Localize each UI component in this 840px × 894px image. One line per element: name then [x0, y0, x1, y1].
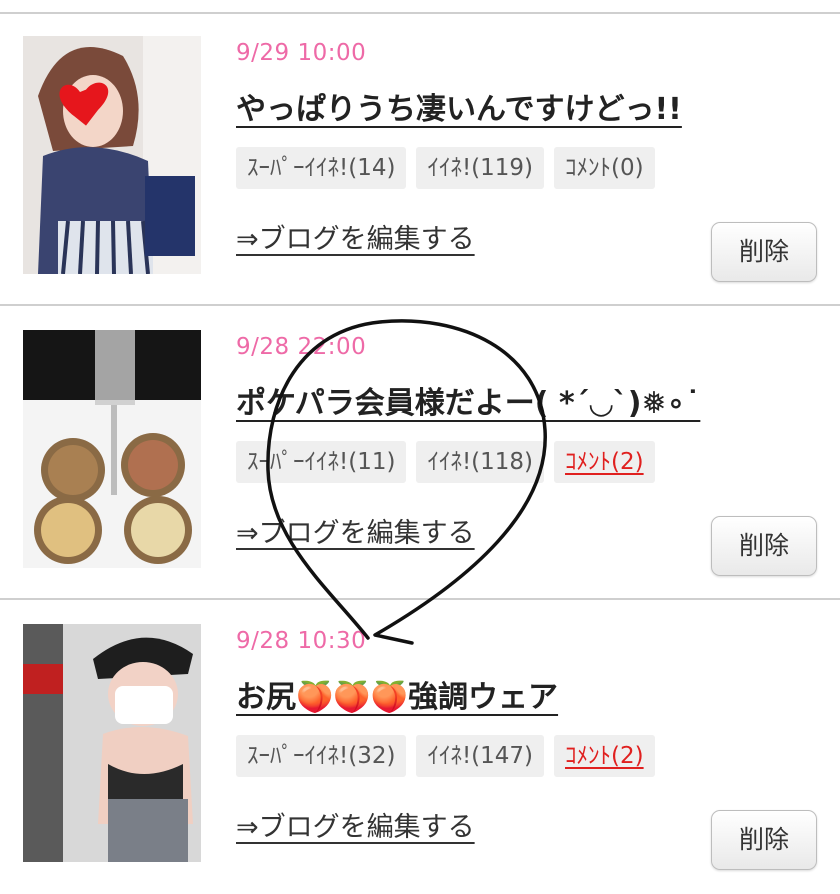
- reaction-chips: ｽｰﾊﾟｰｲｲﾈ!(32) ｲｲﾈ!(147) ｺﾒﾝﾄ(2): [236, 735, 655, 777]
- reaction-chips: ｽｰﾊﾟｰｲｲﾈ!(14) ｲｲﾈ!(119) ｺﾒﾝﾄ(0): [236, 147, 655, 189]
- post-thumbnail[interactable]: [23, 624, 201, 862]
- super-like-count[interactable]: ｽｰﾊﾟｰｲｲﾈ!(14): [236, 147, 407, 189]
- post-date: 9/28 22:00: [236, 334, 367, 360]
- post-title[interactable]: やっぱりうち凄いんですけどっ!!: [236, 84, 682, 128]
- post-title[interactable]: ポケパラ会員様だよー( *´◡`)❅∘˙: [236, 378, 700, 422]
- post-date: 9/28 10:30: [236, 628, 367, 654]
- like-count[interactable]: ｲｲﾈ!(147): [416, 735, 545, 777]
- post-date: 9/29 10:00: [236, 40, 367, 66]
- blog-post-item: 9/28 22:00 ポケパラ会員様だよー( *´◡`)❅∘˙ ｽｰﾊﾟｰｲｲﾈ…: [0, 308, 840, 600]
- blog-post-item: 9/29 10:00 やっぱりうち凄いんですけどっ!! ｽｰﾊﾟｰｲｲﾈ!(14…: [0, 14, 840, 306]
- blog-post-item: 9/28 10:30 お尻🍑🍑🍑強調ウェア ｽｰﾊﾟｰｲｲﾈ!(32) ｲｲﾈ!…: [0, 602, 840, 894]
- edit-blog-link[interactable]: ⇒ブログを編集する: [236, 511, 475, 550]
- edit-blog-link[interactable]: ⇒ブログを編集する: [236, 805, 475, 844]
- post-thumbnail[interactable]: [23, 330, 201, 568]
- top-divider: [0, 0, 840, 14]
- like-count[interactable]: ｲｲﾈ!(119): [416, 147, 545, 189]
- delete-button[interactable]: 削除: [711, 222, 817, 282]
- edit-blog-link[interactable]: ⇒ブログを編集する: [236, 217, 475, 256]
- super-like-count[interactable]: ｽｰﾊﾟｰｲｲﾈ!(32): [236, 735, 407, 777]
- delete-button[interactable]: 削除: [711, 516, 817, 576]
- comment-count[interactable]: ｺﾒﾝﾄ(2): [554, 735, 655, 777]
- super-like-count[interactable]: ｽｰﾊﾟｰｲｲﾈ!(11): [236, 441, 407, 483]
- post-thumbnail[interactable]: [23, 36, 201, 274]
- post-title[interactable]: お尻🍑🍑🍑強調ウェア: [236, 672, 558, 716]
- reaction-chips: ｽｰﾊﾟｰｲｲﾈ!(11) ｲｲﾈ!(118) ｺﾒﾝﾄ(2): [236, 441, 655, 483]
- comment-count[interactable]: ｺﾒﾝﾄ(0): [554, 147, 655, 189]
- delete-button[interactable]: 削除: [711, 810, 817, 870]
- comment-count[interactable]: ｺﾒﾝﾄ(2): [554, 441, 655, 483]
- like-count[interactable]: ｲｲﾈ!(118): [416, 441, 545, 483]
